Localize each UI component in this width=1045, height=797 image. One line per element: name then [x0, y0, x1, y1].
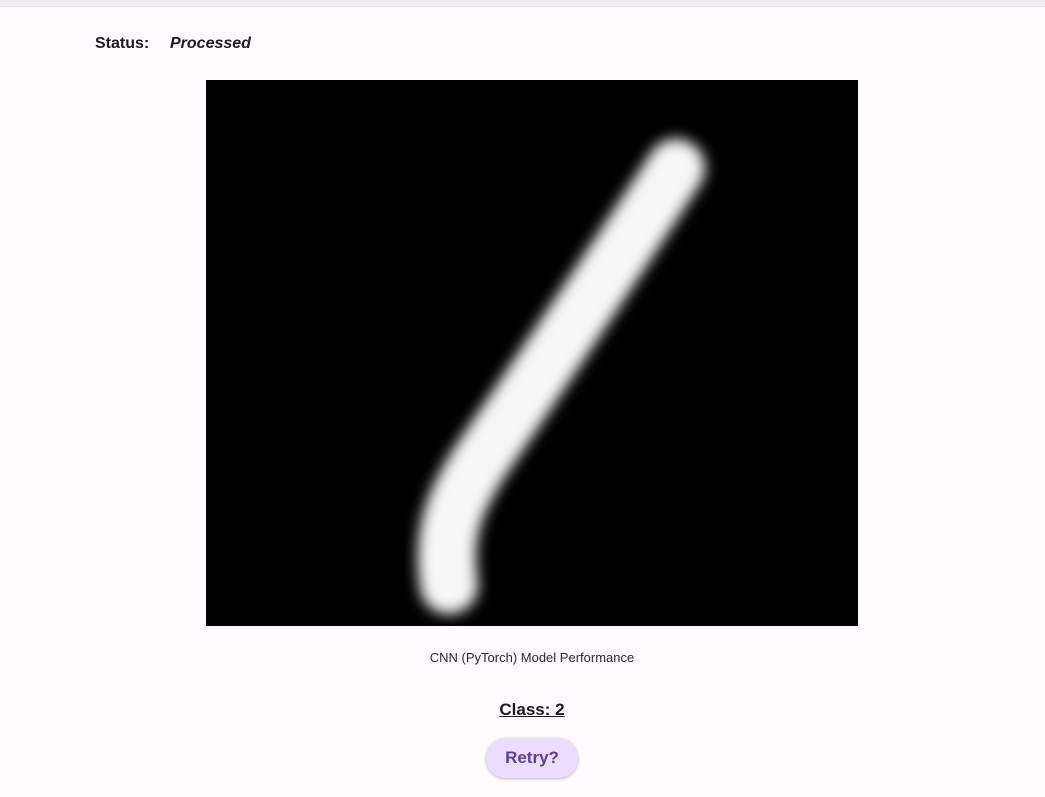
top-bar	[0, 0, 1045, 7]
digit-image	[206, 80, 858, 626]
digit-image-graphic	[206, 80, 858, 626]
status-value: Processed	[170, 35, 251, 52]
status-label: Status:	[95, 35, 150, 52]
class-result: Class: 2	[499, 700, 565, 719]
model-caption: CNN (PyTorch) Model Performance	[429, 650, 635, 665]
retry-button[interactable]: Retry?	[486, 738, 578, 778]
status-row: Status: Processed	[95, 33, 251, 55]
